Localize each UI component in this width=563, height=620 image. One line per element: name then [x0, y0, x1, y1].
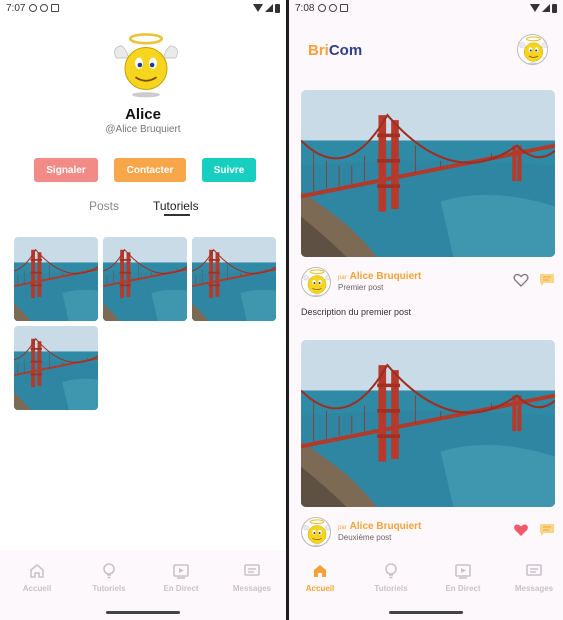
heart-icon[interactable]	[513, 273, 529, 287]
user-avatar[interactable]	[517, 34, 548, 65]
post-author[interactable]: par Alice Bruquiert	[338, 271, 421, 282]
status-bar: 7:07	[0, 0, 286, 16]
post-title: Deuxième post	[338, 533, 392, 542]
comment-icon[interactable]	[539, 523, 555, 537]
home-indicator	[106, 611, 180, 614]
bottom-nav: Accueil Tutoriels En Direct Messages	[289, 550, 563, 620]
logo-part: Com	[328, 42, 363, 59]
author-avatar[interactable]	[301, 517, 331, 547]
nav-tutorials[interactable]: Tutoriels	[79, 562, 139, 593]
nav-label: Messages	[514, 584, 554, 593]
battery-icon	[552, 3, 557, 13]
nav-live[interactable]: En Direct	[151, 562, 211, 593]
follow-button[interactable]: Suivre	[202, 158, 256, 182]
home-icon	[30, 563, 44, 578]
nav-label: Accueil	[305, 584, 335, 593]
tutorial-thumbnail[interactable]	[192, 237, 276, 321]
home-indicator	[389, 611, 463, 614]
signal-icon	[542, 4, 550, 12]
tutorial-thumbnail[interactable]	[103, 237, 187, 321]
nav-label: Tutoriels	[92, 584, 126, 593]
status-bar: 7:08	[289, 0, 563, 16]
author-name: Alice Bruquiert	[349, 271, 422, 282]
nav-label: En Direct	[445, 584, 481, 593]
tab-tutorials[interactable]: Tutoriels	[153, 199, 199, 213]
by-prefix: par	[338, 525, 347, 531]
info-icon	[29, 4, 38, 12]
message-icon	[526, 564, 542, 576]
shield-icon	[40, 4, 49, 12]
report-button[interactable]: Signaler	[34, 158, 98, 182]
signal-icon	[265, 4, 273, 12]
status-time: 7:08	[295, 2, 315, 14]
message-icon	[244, 564, 260, 576]
post-author[interactable]: par Alice Bruquiert	[338, 521, 421, 532]
avatar-image	[518, 35, 548, 65]
live-video-icon	[173, 564, 189, 579]
tab-indicator	[164, 214, 190, 216]
profile-screen: 7:07 Alice @Alice Bruquiert Signaler Con…	[0, 0, 286, 620]
profile-tabs: Posts Tutoriels	[0, 199, 286, 219]
info-icon	[318, 4, 327, 12]
notification-icon	[51, 4, 60, 12]
comment-icon[interactable]	[539, 273, 555, 287]
avatar-image	[302, 268, 331, 297]
post-meta: par Alice Bruquiert Deuxième post	[301, 517, 555, 549]
lightbulb-icon	[103, 563, 115, 579]
nav-label: Tutoriels	[374, 584, 408, 593]
tutorial-thumbnail[interactable]	[14, 237, 98, 321]
bottom-nav: Accueil Tutoriels En Direct Messages	[0, 550, 286, 620]
screenshot: 7:07 Alice @Alice Bruquiert Signaler Con…	[0, 0, 563, 620]
contact-button[interactable]: Contacter	[114, 158, 186, 182]
home-icon	[314, 565, 326, 577]
status-time: 7:07	[6, 2, 26, 14]
post-title: Premier post	[338, 283, 384, 292]
wifi-icon	[253, 4, 263, 12]
nav-tutorials[interactable]: Tutoriels	[361, 562, 421, 593]
avatar-image	[302, 518, 331, 547]
app-logo[interactable]: BriCom	[308, 42, 362, 59]
author-name: Alice Bruquiert	[349, 521, 422, 532]
logo-part: Bri	[308, 42, 329, 59]
post-description: Description du premier post	[301, 307, 412, 317]
nav-home[interactable]: Accueil	[290, 562, 350, 593]
nav-label: Messages	[232, 584, 272, 593]
notification-icon	[340, 4, 349, 12]
nav-live[interactable]: En Direct	[433, 562, 493, 593]
feed-post[interactable]: par Alice Bruquiert Deuxième post	[301, 340, 555, 549]
profile-handle: @Alice Bruquiert	[105, 124, 181, 135]
battery-icon	[275, 3, 280, 13]
by-prefix: par	[338, 275, 347, 281]
post-image[interactable]	[301, 90, 555, 257]
profile-name: Alice	[125, 106, 161, 123]
nav-home[interactable]: Accueil	[7, 562, 67, 593]
nav-label: Accueil	[22, 584, 52, 593]
tab-posts[interactable]: Posts	[89, 199, 119, 213]
feed-post[interactable]: par Alice Bruquiert Premier post Descript…	[301, 90, 555, 317]
feed-screen: 7:08 BriCom par Alice Bruquiert Premier p…	[289, 0, 563, 620]
nav-label: En Direct	[163, 584, 199, 593]
wifi-icon	[530, 4, 540, 12]
nav-messages[interactable]: Messages	[504, 562, 563, 593]
lightbulb-icon	[385, 563, 397, 579]
heart-icon-liked[interactable]	[513, 523, 529, 537]
post-image[interactable]	[301, 340, 555, 507]
app-header: BriCom	[289, 30, 563, 70]
profile-avatar	[106, 30, 186, 100]
author-avatar[interactable]	[301, 267, 331, 297]
post-meta: par Alice Bruquiert Premier post	[301, 267, 555, 299]
tutorial-thumbnail[interactable]	[14, 326, 98, 410]
live-video-icon	[455, 564, 471, 579]
nav-messages[interactable]: Messages	[222, 562, 282, 593]
shield-icon	[329, 4, 338, 12]
